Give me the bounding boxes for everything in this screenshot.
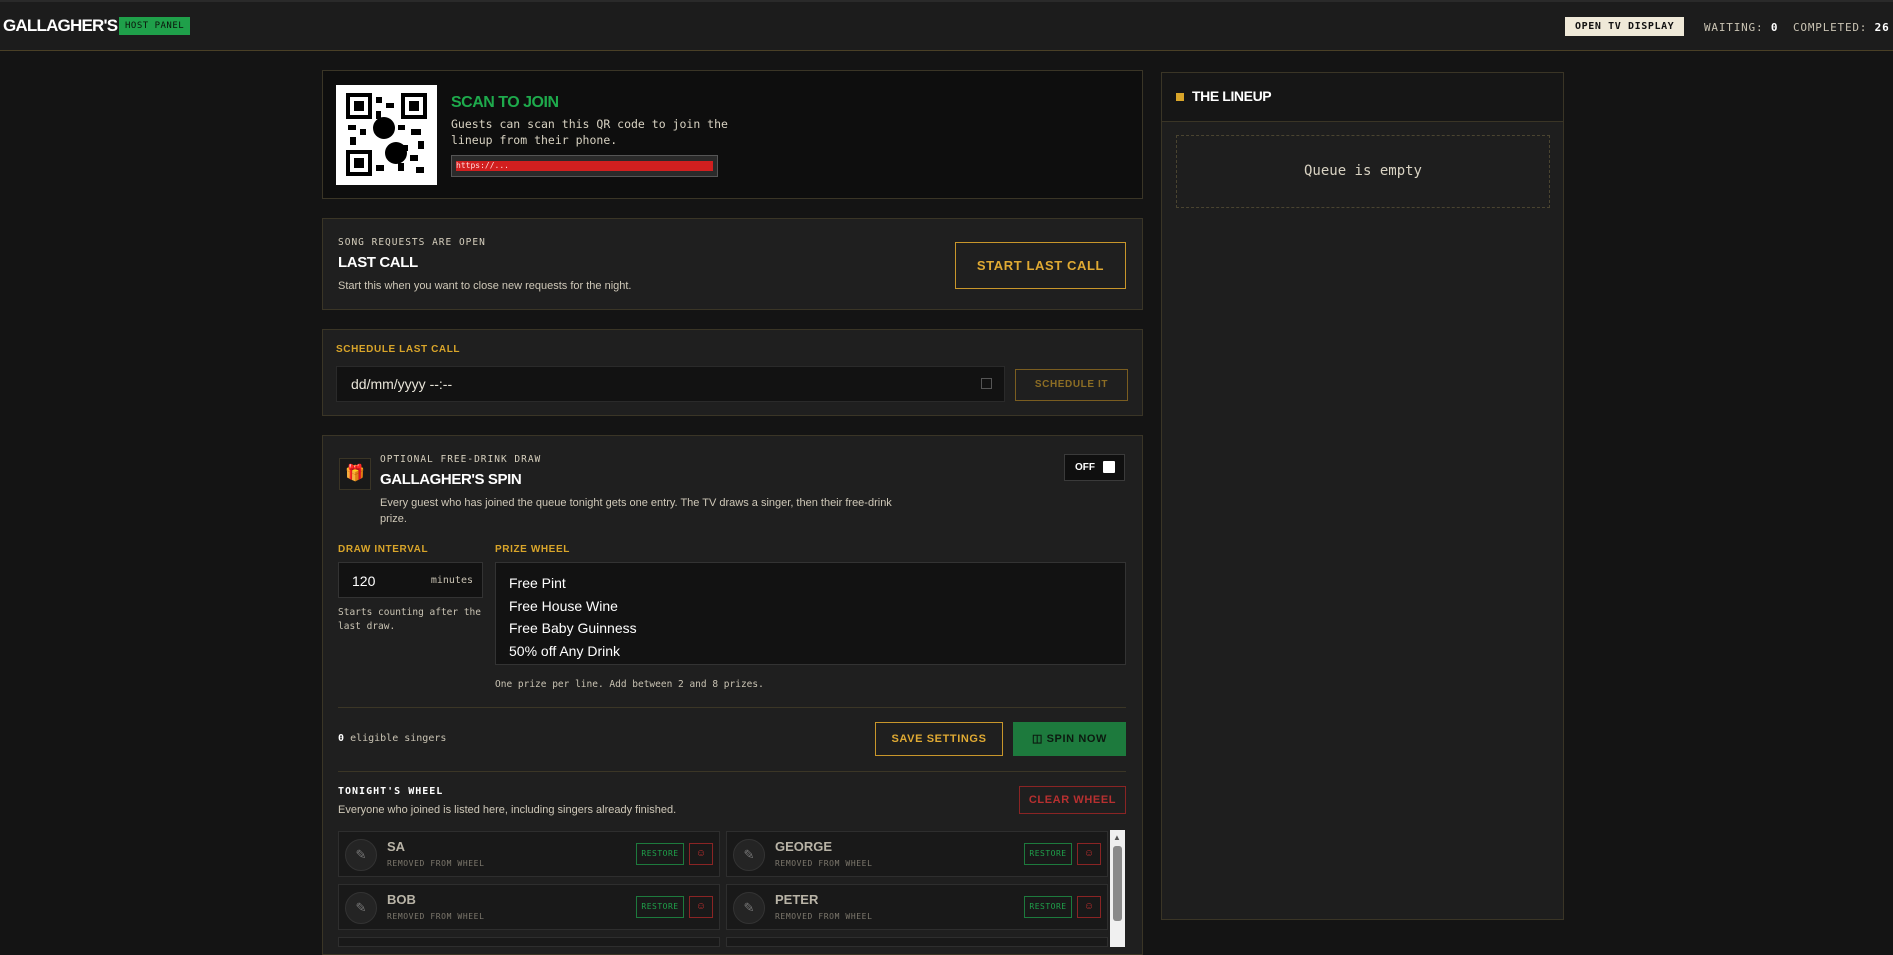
draw-interval-input[interactable]: 120 minutes <box>338 562 483 598</box>
microphone-icon: ✎ <box>345 839 377 871</box>
singer-status: REMOVED FROM WHEEL <box>775 912 873 921</box>
last-call-title: LAST CALL <box>338 254 418 271</box>
microphone-icon: ✎ <box>733 892 765 924</box>
gift-icon: ◫ <box>1031 733 1043 745</box>
eligible-count: 0 <box>338 733 345 744</box>
restore-button[interactable]: RESTORE <box>636 896 684 918</box>
qr-code <box>336 85 437 185</box>
restore-button[interactable]: RESTORE <box>1024 843 1072 865</box>
singer-name: GEORGE <box>775 839 833 854</box>
prize-hint: One prize per line. Add between 2 and 8 … <box>495 679 764 690</box>
top-bar: GALLAGHER'S HOST PANEL OPEN TV DISPLAY W… <box>0 0 1893 51</box>
remove-user-icon[interactable]: ☺ <box>1077 843 1101 865</box>
completed-stat: COMPLETED: 26 <box>1793 21 1890 34</box>
completed-count: 26 <box>1874 21 1890 34</box>
schedule-datetime-input[interactable]: dd/mm/yyyy --:-- <box>336 366 1005 402</box>
waiting-label: WAITING: <box>1704 21 1764 34</box>
draw-interval-label: DRAW INTERVAL <box>338 544 429 555</box>
eligible-singers-count: 0 eligible singers <box>338 733 446 744</box>
calendar-icon[interactable] <box>981 378 992 389</box>
singer-card: ✎ GEORGE REMOVED FROM WHEEL RESTORE ☺ <box>726 831 1108 877</box>
toggle-checkbox[interactable] <box>1103 461 1115 473</box>
open-tv-display-button[interactable]: OPEN TV DISPLAY <box>1565 17 1685 36</box>
scroll-up-icon[interactable]: ▲ <box>1113 833 1121 842</box>
singer-name: PETER <box>775 892 819 907</box>
singer-card: ✎ PETER REMOVED FROM WHEEL RESTORE ☺ <box>726 884 1108 930</box>
microphone-icon: ✎ <box>733 839 765 871</box>
interval-unit: minutes <box>430 575 473 586</box>
singer-status: REMOVED FROM WHEEL <box>387 859 485 868</box>
singer-status: REMOVED FROM WHEEL <box>775 859 873 868</box>
remove-user-icon[interactable]: ☺ <box>689 896 713 918</box>
divider <box>338 707 1126 708</box>
wheel-scrollbar[interactable]: ▲ <box>1110 830 1125 947</box>
join-url-field[interactable]: https://... <box>451 155 718 177</box>
singer-card <box>726 937 1108 947</box>
prize-wheel-label: PRIZE WHEEL <box>495 544 570 555</box>
singer-name: SA <box>387 839 406 854</box>
tonights-wheel-description: Everyone who joined is listed here, incl… <box>338 804 677 816</box>
scan-to-join-title: SCAN TO JOIN <box>451 94 559 111</box>
join-url-redacted: https://... <box>456 161 713 171</box>
prize-line: Free House Wine <box>509 597 618 614</box>
scrollbar-thumb[interactable] <box>1113 846 1122 921</box>
restore-button[interactable]: RESTORE <box>636 843 684 865</box>
lineup-header: THE LINEUP <box>1162 73 1563 122</box>
restore-button[interactable]: RESTORE <box>1024 896 1072 918</box>
lineup-square-icon <box>1176 93 1184 101</box>
singer-status: REMOVED FROM WHEEL <box>387 912 485 921</box>
tonights-wheel-title: TONIGHT'S WHEEL <box>338 786 444 797</box>
scan-to-join-description: Guests can scan this QR code to join the… <box>451 117 728 147</box>
spin-title: GALLAGHER'S SPIN <box>380 471 522 488</box>
remove-user-icon[interactable]: ☺ <box>689 843 713 865</box>
prize-wheel-textarea[interactable]: Free Pint Free House Wine Free Baby Guin… <box>495 562 1126 665</box>
divider <box>338 771 1126 772</box>
requests-status: SONG REQUESTS ARE OPEN <box>338 237 486 248</box>
prize-line: Free Pint <box>509 575 566 591</box>
spin-description: Every guest who has joined the queue ton… <box>380 497 892 525</box>
completed-label: COMPLETED: <box>1793 21 1868 34</box>
singer-name: BOB <box>387 892 416 907</box>
interval-hint: Starts counting after the last draw. <box>338 607 481 632</box>
spin-kicker: OPTIONAL FREE-DRINK DRAW <box>380 454 542 465</box>
clear-wheel-button[interactable]: CLEAR WHEEL <box>1019 786 1126 814</box>
spin-now-button[interactable]: ◫ SPIN NOW <box>1013 722 1126 756</box>
lineup-title: THE LINEUP <box>1192 88 1272 104</box>
brand-logo: GALLAGHER'S <box>3 16 118 35</box>
save-settings-button[interactable]: SAVE SETTINGS <box>875 722 1003 756</box>
prize-line: 50% off Any Drink <box>509 642 621 659</box>
queue-empty-message: Queue is empty <box>1176 135 1550 208</box>
microphone-icon: ✎ <box>345 892 377 924</box>
eligible-text: eligible singers <box>350 733 447 744</box>
toggle-label: OFF <box>1075 462 1095 473</box>
singer-card: ✎ BOB REMOVED FROM WHEEL RESTORE ☺ <box>338 884 720 930</box>
last-call-description: Start this when you want to close new re… <box>338 280 632 292</box>
remove-user-icon[interactable]: ☺ <box>1077 896 1101 918</box>
prize-line: Free Baby Guinness <box>509 620 637 636</box>
schedule-it-button[interactable]: SCHEDULE IT <box>1015 369 1128 401</box>
datetime-placeholder: dd/mm/yyyy --:-- <box>351 376 453 392</box>
interval-value: 120 <box>352 573 376 589</box>
start-last-call-button[interactable]: START LAST CALL <box>955 242 1126 289</box>
host-panel-badge: HOST PANEL <box>119 17 191 35</box>
waiting-stat: WAITING: 0 <box>1704 21 1778 34</box>
schedule-label: SCHEDULE LAST CALL <box>336 344 461 355</box>
spin-toggle[interactable]: OFF <box>1064 454 1125 481</box>
spin-now-label: SPIN NOW <box>1046 733 1108 745</box>
singer-card: ✎ SA REMOVED FROM WHEEL RESTORE ☺ <box>338 831 720 877</box>
gift-icon: 🎁 <box>339 458 371 490</box>
singer-card <box>338 937 720 947</box>
waiting-count: 0 <box>1770 21 1779 34</box>
